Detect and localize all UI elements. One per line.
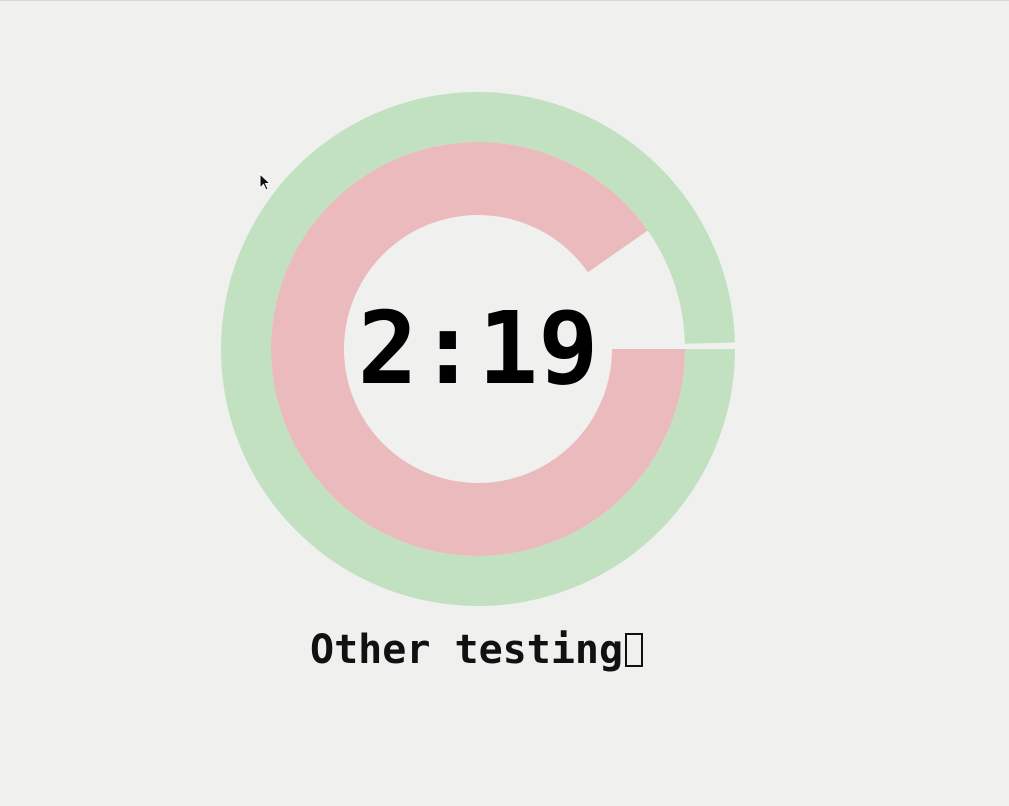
missing-glyph-icon — [625, 633, 644, 667]
timer-display: 2:19 — [357, 290, 599, 407]
mouse-cursor-icon — [259, 173, 272, 191]
timer-label-text: Other testing — [310, 627, 624, 673]
timer-label: Other testing — [310, 625, 644, 675]
